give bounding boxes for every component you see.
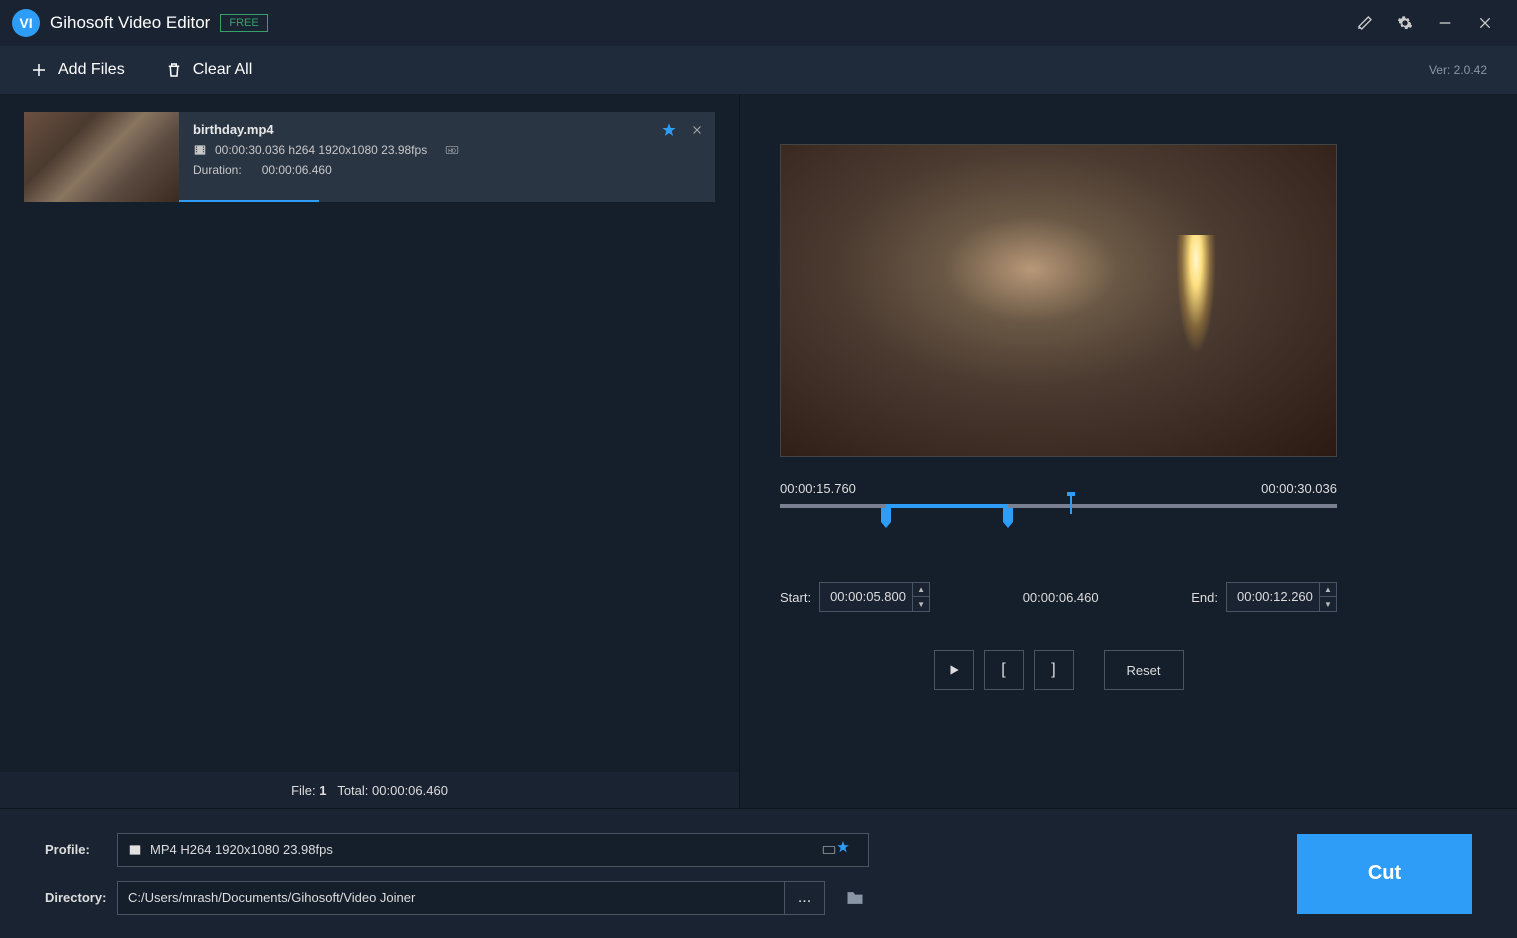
add-files-button[interactable]: Add Files <box>30 61 125 79</box>
timeline[interactable] <box>780 502 1337 528</box>
preview-area <box>780 114 1489 457</box>
directory-more-button[interactable]: ... <box>785 881 825 915</box>
timeline-end-handle[interactable] <box>1003 508 1013 522</box>
playhead[interactable] <box>1070 496 1072 514</box>
cut-button[interactable]: Cut <box>1297 834 1472 914</box>
file-name: birthday.mp4 <box>193 122 701 137</box>
profile-label: Profile: <box>45 842 117 857</box>
profile-select[interactable]: MP4 H264 1920x1080 23.98fps <box>117 833 869 867</box>
remove-file-icon[interactable] <box>691 124 703 139</box>
close-button[interactable] <box>1465 3 1505 43</box>
minimize-button[interactable] <box>1425 3 1465 43</box>
titlebar: VI Gihosoft Video Editor FREE <box>0 0 1517 46</box>
end-up-icon[interactable]: ▲ <box>1320 583 1336 597</box>
hd-icon <box>822 843 836 857</box>
settings-icon[interactable] <box>1385 3 1425 43</box>
film-icon <box>193 143 207 157</box>
preview-panel: 00:00:15.760 00:00:30.036 Start: 00:00:0… <box>740 94 1517 808</box>
edit-icon[interactable] <box>1345 3 1385 43</box>
clear-all-button[interactable]: Clear All <box>165 61 253 79</box>
reset-button[interactable]: Reset <box>1104 650 1184 690</box>
file-info: birthday.mp4 00:00:30.036 h264 1920x1080… <box>179 112 715 202</box>
start-down-icon[interactable]: ▼ <box>913 597 929 611</box>
start-up-icon[interactable]: ▲ <box>913 583 929 597</box>
bracket-in-button[interactable]: [ <box>984 650 1024 690</box>
file-duration: Duration:00:00:06.460 <box>193 163 701 177</box>
folder-icon[interactable] <box>835 881 875 915</box>
duration-display: 00:00:06.460 <box>1023 590 1099 605</box>
app-logo: VI <box>12 9 40 37</box>
file-panel: birthday.mp4 00:00:30.036 h264 1920x1080… <box>0 94 740 808</box>
bottom-bar: Profile: MP4 H264 1920x1080 23.98fps Dir… <box>0 808 1517 938</box>
add-files-label: Add Files <box>58 61 125 79</box>
main-content: birthday.mp4 00:00:30.036 h264 1920x1080… <box>0 94 1517 808</box>
bracket-out-button[interactable]: ] <box>1034 650 1074 690</box>
timeline-left-time: 00:00:15.760 <box>780 481 856 496</box>
toolbar: Add Files Clear All Ver: 2.0.42 <box>0 46 1517 94</box>
app-title: Gihosoft Video Editor <box>50 13 210 33</box>
file-item[interactable]: birthday.mp4 00:00:30.036 h264 1920x1080… <box>24 112 715 202</box>
timeline-section: 00:00:15.760 00:00:30.036 <box>780 481 1489 528</box>
file-progress <box>179 200 319 202</box>
playback-controls: [ ] Reset <box>780 650 1337 690</box>
star-icon[interactable] <box>661 122 677 141</box>
end-time-input[interactable]: 00:00:12.260 ▲ ▼ <box>1226 582 1337 612</box>
hd-icon: HD <box>445 143 459 157</box>
timeline-start-handle[interactable] <box>881 508 891 522</box>
timeline-right-time: 00:00:30.036 <box>1261 481 1337 496</box>
directory-label: Directory: <box>45 890 117 905</box>
file-list: birthday.mp4 00:00:30.036 h264 1920x1080… <box>0 94 739 772</box>
file-stats: File: 1 Total: 00:00:06.460 <box>0 772 739 808</box>
film-icon <box>128 843 142 857</box>
clear-all-label: Clear All <box>193 61 253 79</box>
star-icon[interactable] <box>836 840 858 859</box>
file-meta: 00:00:30.036 h264 1920x1080 23.98fps HD <box>193 143 701 157</box>
free-badge: FREE <box>220 14 267 32</box>
start-label: Start: <box>780 590 811 605</box>
directory-input[interactable]: C:/Users/mrash/Documents/Gihosoft/Video … <box>117 881 785 915</box>
version-label: Ver: 2.0.42 <box>1429 63 1487 77</box>
end-down-icon[interactable]: ▼ <box>1320 597 1336 611</box>
video-preview[interactable] <box>780 144 1337 457</box>
svg-text:HD: HD <box>448 148 456 154</box>
time-inputs: Start: 00:00:05.800 ▲ ▼ 00:00:06.460 End… <box>780 582 1337 612</box>
play-button[interactable] <box>934 650 974 690</box>
start-time-input[interactable]: 00:00:05.800 ▲ ▼ <box>819 582 930 612</box>
end-label: End: <box>1191 590 1218 605</box>
file-thumbnail <box>24 112 179 202</box>
